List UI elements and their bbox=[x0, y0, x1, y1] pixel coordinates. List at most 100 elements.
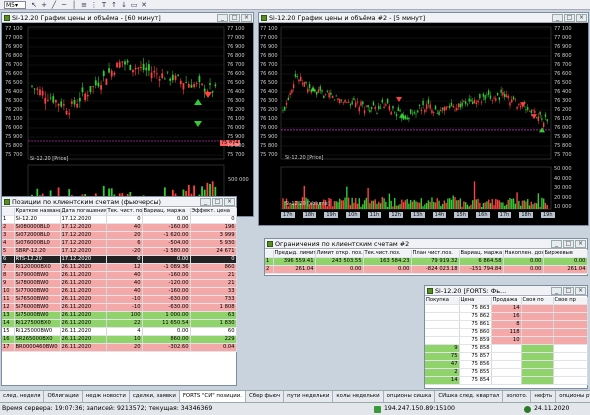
workspace-tab[interactable]: золото. bbox=[503, 391, 532, 402]
orderbook-row[interactable]: 75 861 8 bbox=[425, 320, 588, 329]
table-row[interactable]: 1 Si-12.20 17.12.2020 0 0.00 0 bbox=[2, 215, 237, 224]
limits-window[interactable]: Ограничения по клиентским счетам #2 _ □ × … bbox=[264, 238, 588, 276]
close-button[interactable]: × bbox=[575, 287, 586, 295]
chart2-canvas[interactable] bbox=[259, 23, 588, 225]
chart1-tick-right: 75 800 bbox=[227, 143, 245, 149]
table-row[interactable]: 14 Ri127500BX0 26.11.2020 22 11 650.54 1 830 bbox=[2, 319, 237, 328]
close-button[interactable]: × bbox=[224, 198, 235, 206]
orderbook-titlebar[interactable]: Si-12.20 [FORTS: Фь... _ □ × bbox=[425, 286, 587, 296]
orderbook-row[interactable]: 47 75 856 bbox=[425, 360, 588, 369]
orderbook-row[interactable]: 75 75 857 bbox=[425, 352, 588, 361]
table-row[interactable]: 3 Si072000BL0 17.12.2020 20 -1 620.00 3 999 bbox=[2, 231, 237, 240]
chart2-time-tick: 17h bbox=[281, 212, 295, 218]
close-button[interactable]: × bbox=[576, 14, 587, 22]
chart1-candle-body bbox=[140, 67, 142, 68]
workspace-tab[interactable]: Сбер фьюч bbox=[246, 391, 285, 402]
chart2-volume-bar bbox=[397, 205, 399, 209]
orderbook-window[interactable]: Si-12.20 [FORTS: Фь... _ □ × Покупка Цена Пр… bbox=[424, 285, 588, 389]
orderbook-row[interactable]: 75 863 14 bbox=[425, 304, 588, 313]
table-row[interactable]: 8 Si79000BW0 26.11.2020 40 -160.00 21 bbox=[2, 271, 237, 280]
chart2-candle-body bbox=[511, 99, 513, 103]
table-row[interactable]: 9 Si78000BW0 26.11.2020 40 -120.00 21 bbox=[2, 279, 237, 288]
table-row[interactable]: 5 SBRF-12.20 17.12.2020 -20 -1 580.00 24 671 bbox=[2, 247, 237, 256]
vline-tool-icon[interactable]: │ bbox=[70, 1, 78, 9]
workspace-tab[interactable]: опционы ртс bbox=[556, 391, 590, 402]
table-row[interactable]: 16 SR265000BX0 26.11.2020 10 860.00 229 bbox=[2, 335, 237, 344]
chart2-titlebar[interactable]: Si-12.20 График цены и объёма #2 - [5 ми… bbox=[259, 13, 588, 23]
table-row[interactable]: 17 BR0000460BW0 26.11.2020 20 -302.60 0.04 bbox=[2, 343, 237, 352]
workspace-tab[interactable]: след. неделя bbox=[0, 391, 45, 402]
chart2-volume-bar bbox=[525, 201, 527, 209]
table-row[interactable]: 15 Ri125000BW0 26.11.2020 4 0.00 60 bbox=[2, 327, 237, 336]
chart1-candle-body bbox=[187, 83, 190, 88]
chart2-volume-bar bbox=[409, 200, 412, 209]
maximize-button[interactable]: □ bbox=[564, 14, 575, 22]
chart1-titlebar[interactable]: Si-12.20 График цены и объёма - [60 мину… bbox=[2, 13, 253, 23]
crosshair-icon[interactable]: + bbox=[40, 1, 48, 9]
chart2-volume-bar bbox=[392, 206, 394, 209]
table-row[interactable]: 1 396 559.41 243 503.55 163 584.23 79 919.32… bbox=[265, 257, 588, 266]
maximize-button[interactable]: □ bbox=[563, 240, 574, 248]
minimize-button[interactable]: _ bbox=[552, 14, 563, 22]
arrow-up-tool-icon[interactable]: ↑ bbox=[110, 1, 118, 9]
table-row[interactable]: 2 Si080000BL0 17.12.2020 40 -160.00 196 bbox=[2, 223, 237, 232]
table-row[interactable]: 6 RTS-12.20 17.12.2020 0 0.00 0 bbox=[2, 255, 237, 264]
minimize-button[interactable]: _ bbox=[200, 198, 211, 206]
hline-tool-icon[interactable]: ─ bbox=[60, 1, 68, 9]
line-tool-icon[interactable]: ╱ bbox=[50, 1, 58, 9]
maximize-button[interactable]: □ bbox=[229, 14, 240, 22]
workspace-tab[interactable]: FORTS "СИ" позиции. bbox=[179, 391, 247, 402]
orderbook-row[interactable]: 75 862 16 bbox=[425, 312, 588, 321]
minimize-button[interactable]: _ bbox=[217, 14, 228, 22]
workspace-tab[interactable]: пути недельки bbox=[284, 391, 334, 402]
chart2-candle-body bbox=[294, 74, 297, 77]
orderbook-cell bbox=[553, 352, 588, 361]
workspace-tab[interactable]: сделки, заявки bbox=[130, 391, 180, 402]
workspace-tab[interactable]: недж новости bbox=[83, 391, 130, 402]
workspace-tab[interactable]: СИшка след. квартал bbox=[435, 391, 504, 402]
chart-window-60min[interactable]: Si-12.20 График цены и объёма - [60 мину… bbox=[1, 12, 254, 217]
table-row[interactable]: 4 Si076000BL0 17.12.2020 6 -504.00 5 930 bbox=[2, 239, 237, 248]
orderbook-row[interactable]: 9 75 858 bbox=[425, 344, 588, 353]
minimize-button[interactable]: _ bbox=[551, 240, 562, 248]
table-row[interactable]: 7 Ri120000BX0 26.11.2020 12 -1 089.36 860 bbox=[2, 263, 237, 272]
minimize-button[interactable]: _ bbox=[551, 287, 562, 295]
orderbook-row[interactable]: 75 859 10 bbox=[425, 336, 588, 345]
chart2-tick-right: 77 100 bbox=[554, 26, 572, 32]
close-button[interactable]: × bbox=[241, 14, 252, 22]
table-row[interactable]: 10 Si77000BW0 26.11.2020 40 -160.00 33 bbox=[2, 287, 237, 296]
table-cell: -630.00 bbox=[142, 303, 191, 312]
arrow-down-tool-icon[interactable]: ↓ bbox=[120, 1, 128, 9]
delete-tool-icon[interactable]: ✕ bbox=[140, 1, 148, 9]
table-row[interactable]: 11 Si76500BW0 26.11.2020 -10 -630.00 733 bbox=[2, 295, 237, 304]
chart2-candle-body bbox=[376, 113, 378, 115]
timeframe-select[interactable]: M5▾ bbox=[4, 1, 26, 9]
fibo-tool-icon[interactable]: ⋮ bbox=[90, 1, 98, 9]
orderbook-row[interactable]: 75 860 118 bbox=[425, 328, 588, 337]
channel-tool-icon[interactable]: ≡ bbox=[80, 1, 88, 9]
chart1-canvas[interactable] bbox=[2, 23, 253, 216]
cursor-tool-icon[interactable]: ↖ bbox=[30, 1, 38, 9]
table-row[interactable]: 2 261.04 0.00 0.00 -824 023.18 -151 794.84 0.0… bbox=[265, 265, 588, 274]
orderbook-row[interactable]: 14 75 854 bbox=[425, 376, 588, 385]
chart2-volume-bar bbox=[353, 202, 355, 209]
table-row[interactable]: 12 Si76000BW0 26.11.2020 -10 -630.00 1 808 bbox=[2, 303, 237, 312]
close-button[interactable]: × bbox=[575, 240, 586, 248]
table-row[interactable]: 13 Si75000BW0 26.11.2020 100 1 000.00 63 bbox=[2, 311, 237, 320]
chart2-volume-bar bbox=[530, 201, 532, 209]
chart1-tick-left: 76 900 bbox=[5, 44, 23, 50]
workspace-tab[interactable]: Облигации bbox=[44, 391, 83, 402]
orderbook-cell bbox=[521, 328, 554, 337]
maximize-button[interactable]: □ bbox=[563, 287, 574, 295]
workspace-tab[interactable]: опционы сишка bbox=[384, 391, 436, 402]
positions-titlebar[interactable]: Позиции по клиентским счетам (фьючерсы) … bbox=[2, 197, 236, 207]
workspace-tab[interactable]: нефть bbox=[531, 391, 557, 402]
orderbook-row[interactable]: 2 75 855 bbox=[425, 368, 588, 377]
maximize-button[interactable]: □ bbox=[212, 198, 223, 206]
limits-titlebar[interactable]: Ограничения по клиентским счетам #2 _ □ × bbox=[265, 239, 587, 249]
text-tool-icon[interactable]: T bbox=[100, 1, 108, 9]
workspace-tab[interactable]: колы недельки bbox=[333, 391, 384, 402]
positions-window[interactable]: Позиции по клиентским счетам (фьючерсы) … bbox=[1, 196, 237, 386]
chart-window-5min[interactable]: Si-12.20 График цены и объёма #2 - [5 ми… bbox=[258, 12, 589, 226]
rect-tool-icon[interactable]: ▭ bbox=[130, 1, 138, 9]
